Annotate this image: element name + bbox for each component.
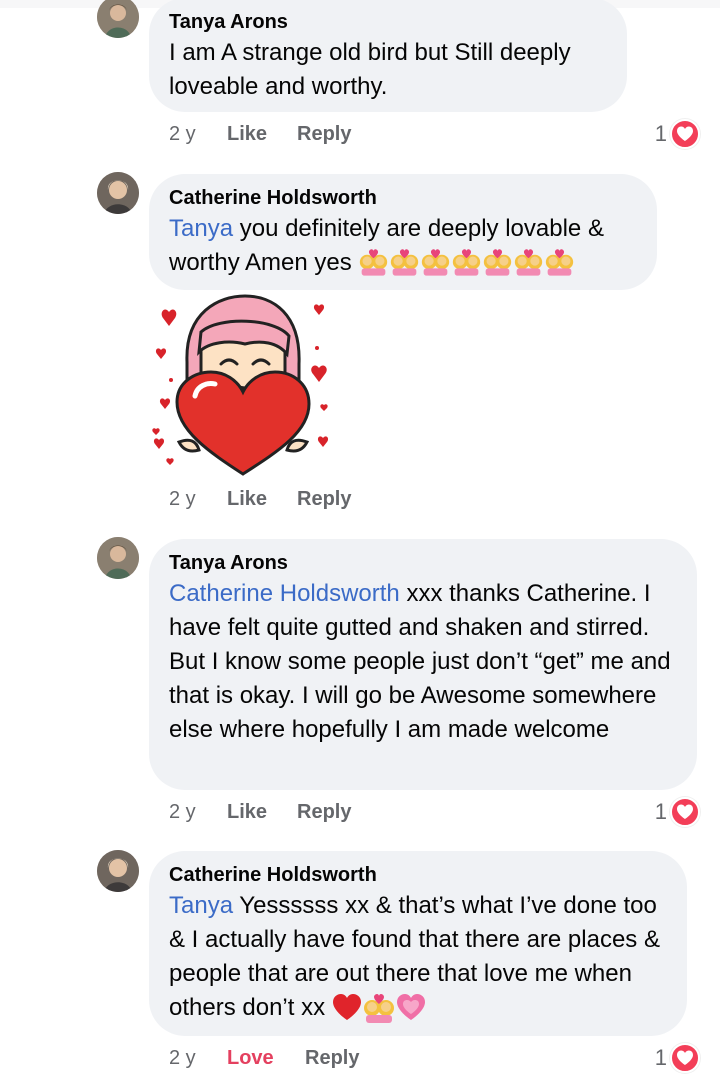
emoji-group [358,248,575,276]
reply-button[interactable]: Reply [305,1047,359,1070]
like-button[interactable]: Like [227,488,297,511]
comment-time[interactable]: 2 y [169,1047,227,1070]
reaction-count: 1 [654,1045,667,1070]
couple-with-heart-icon [360,249,388,276]
like-button[interactable]: Like [227,123,297,146]
reaction-summary[interactable]: 1 [655,797,700,827]
comment-actions: 2 y Like Reply [169,119,351,149]
growing-heart-icon [396,994,425,1020]
couple-with-heart-icon [363,994,394,1023]
reaction-count: 1 [654,799,667,824]
couple-with-heart-icon [515,249,543,276]
comment-bubble: Catherine Holdsworth Tanya you definitel… [149,174,657,290]
heart-reaction-icon [670,119,700,149]
mention-link[interactable]: Tanya [169,892,233,919]
like-button[interactable]: Like [227,801,297,824]
avatar[interactable] [97,172,139,214]
avatar[interactable] [97,850,139,892]
girl-holding-heart-sticker[interactable] [149,292,339,482]
comment-bubble: Tanya Arons Catherine Holdsworth xxx tha… [149,539,697,790]
avatar[interactable] [97,0,139,38]
comment-actions: 2 y Love Reply [169,1043,359,1073]
couple-with-heart-icon [422,249,450,276]
comment-text: I am A strange old bird but Still deeply… [169,39,571,100]
comment-author[interactable]: Catherine Holdsworth [169,186,637,210]
reply-button[interactable]: Reply [297,801,351,824]
heart-reaction-icon [670,1043,700,1073]
couple-with-heart-icon [484,249,512,276]
comment-actions: 2 y Like Reply [169,484,351,514]
emoji-group [332,993,426,1023]
comment-author[interactable]: Tanya Arons [169,10,607,34]
couple-with-heart-icon [391,249,419,276]
avatar[interactable] [97,537,139,579]
comment-text: Tanya you definitely are deeply lovable … [169,212,637,280]
comment-thread: Tanya Arons I am A strange old bird but … [0,0,720,1081]
reaction-count: 1 [654,121,667,146]
reply-button[interactable]: Reply [297,123,351,146]
comment-author[interactable]: Catherine Holdsworth [169,863,667,887]
comment-author[interactable]: Tanya Arons [169,551,677,575]
couple-with-heart-icon [453,249,481,276]
reaction-summary[interactable]: 1 [655,119,700,149]
reply-button[interactable]: Reply [297,488,351,511]
comment-time[interactable]: 2 y [169,801,227,824]
comment-time[interactable]: 2 y [169,488,227,511]
comment-bubble: Tanya Arons I am A strange old bird but … [149,0,627,112]
love-button[interactable]: Love [227,1047,305,1070]
heart-reaction-icon [670,797,700,827]
comment-actions: 2 y Like Reply [169,797,351,827]
couple-with-heart-icon [546,249,574,276]
red-heart-icon [332,994,361,1020]
comment-bubble: Catherine Holdsworth Tanya Yessssss xx &… [149,851,687,1036]
mention-link[interactable]: Tanya [169,215,233,242]
comment-text: Catherine Holdsworth xxx thanks Catherin… [169,577,677,747]
reaction-summary[interactable]: 1 [655,1043,700,1073]
comment-text: Tanya Yessssss xx & that’s what I’ve don… [169,889,667,1025]
mention-link[interactable]: Catherine Holdsworth [169,580,400,607]
comment-time[interactable]: 2 y [169,123,227,146]
